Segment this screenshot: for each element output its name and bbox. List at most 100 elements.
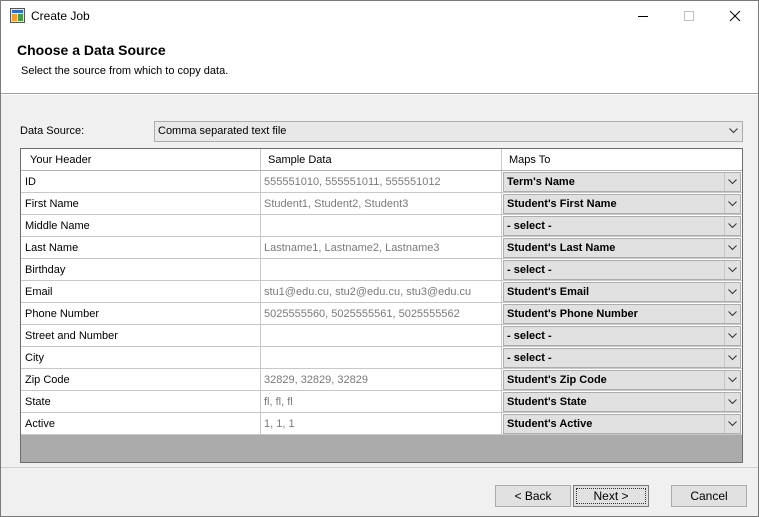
your-header-cell[interactable]: Email	[21, 281, 261, 303]
maps-to-select[interactable]: - select -	[503, 216, 741, 236]
maps-to-cell: - select -	[502, 347, 742, 369]
your-header-cell[interactable]: First Name	[21, 193, 261, 215]
wizard-header: Choose a Data Source Select the source f…	[1, 31, 758, 94]
sample-data-cell[interactable]: stu1@edu.cu, stu2@edu.cu, stu3@edu.cu	[261, 281, 502, 303]
your-header-cell[interactable]: Birthday	[21, 259, 261, 281]
maps-to-value: Term's Name	[507, 176, 575, 188]
dropdown-button[interactable]	[724, 173, 740, 191]
sample-data-cell[interactable]	[261, 325, 502, 347]
maps-to-cell: - select -	[502, 215, 742, 237]
maps-to-select[interactable]: Student's Last Name	[503, 238, 741, 258]
dropdown-button[interactable]	[724, 349, 740, 367]
your-header-cell[interactable]: Zip Code	[21, 369, 261, 391]
dropdown-button[interactable]	[724, 371, 740, 389]
maps-to-select[interactable]: Student's Zip Code	[503, 370, 741, 390]
app-window-icon	[10, 8, 25, 23]
maps-to-value: - select -	[507, 264, 552, 276]
your-header-cell[interactable]: ID	[21, 171, 261, 193]
maps-to-value: Student's Phone Number	[507, 308, 638, 320]
sample-data-cell[interactable]: Student1, Student2, Student3	[261, 193, 502, 215]
dropdown-button[interactable]	[724, 305, 740, 323]
dropdown-button[interactable]	[724, 217, 740, 235]
table-row: City - select -	[21, 347, 742, 369]
wizard-footer: < Back Next > Cancel	[1, 467, 758, 516]
column-header-sample-data[interactable]: Sample Data	[261, 149, 502, 170]
dropdown-button[interactable]	[724, 261, 740, 279]
sample-data-cell[interactable]: 32829, 32829, 32829	[261, 369, 502, 391]
minimize-icon	[638, 16, 648, 17]
maximize-icon	[684, 11, 694, 21]
dropdown-button[interactable]	[724, 393, 740, 411]
chevron-down-icon	[728, 355, 737, 361]
chevron-down-icon	[728, 289, 737, 295]
maps-to-cell: Term's Name	[502, 171, 742, 193]
maps-to-select[interactable]: - select -	[503, 260, 741, 280]
next-button[interactable]: Next >	[573, 485, 649, 507]
maps-to-value: Student's Last Name	[507, 242, 616, 254]
maps-to-select[interactable]: Student's Phone Number	[503, 304, 741, 324]
your-header-cell[interactable]: Street and Number	[21, 325, 261, 347]
sample-data-cell[interactable]: 555551010, 555551011, 555551012	[261, 171, 502, 193]
column-header-maps-to[interactable]: Maps To	[502, 149, 742, 170]
dropdown-button[interactable]	[724, 195, 740, 213]
sample-data-cell[interactable]	[261, 215, 502, 237]
chevron-down-icon	[728, 267, 737, 273]
maps-to-select[interactable]: Student's First Name	[503, 194, 741, 214]
chevron-down-icon	[728, 333, 737, 339]
data-source-select[interactable]: Comma separated text file	[154, 121, 743, 142]
table-row: Last Name Lastname1, Lastname2, Lastname3…	[21, 237, 742, 259]
chevron-down-icon	[728, 223, 737, 229]
maps-to-select[interactable]: Student's Email	[503, 282, 741, 302]
dropdown-button[interactable]	[724, 283, 740, 301]
dropdown-button[interactable]	[724, 239, 740, 257]
maps-to-cell: Student's Last Name	[502, 237, 742, 259]
close-button[interactable]	[712, 1, 758, 31]
maps-to-select[interactable]: Student's Active	[503, 414, 741, 434]
minimize-button[interactable]	[620, 1, 666, 31]
maps-to-cell: Student's Email	[502, 281, 742, 303]
maps-to-select[interactable]: Term's Name	[503, 172, 741, 192]
maps-to-select[interactable]: - select -	[503, 348, 741, 368]
maps-to-cell: Student's Phone Number	[502, 303, 742, 325]
back-button[interactable]: < Back	[495, 485, 571, 507]
sample-data-cell[interactable]	[261, 259, 502, 281]
page-subtitle: Select the source from which to copy dat…	[21, 65, 229, 77]
maps-to-cell: Student's Active	[502, 413, 742, 435]
dropdown-button[interactable]	[724, 415, 740, 433]
sample-data-cell[interactable]: 1, 1, 1	[261, 413, 502, 435]
maps-to-select[interactable]: Student's State	[503, 392, 741, 412]
grid-rows: ID 555551010, 555551011, 555551012 Term's …	[21, 171, 742, 435]
column-header-your-header[interactable]: Your Header	[21, 149, 261, 170]
sample-data-cell[interactable]: 5025555560, 5025555561, 5025555562	[261, 303, 502, 325]
your-header-cell[interactable]: Last Name	[21, 237, 261, 259]
grid-header-row: Your Header Sample Data Maps To	[21, 149, 742, 171]
maps-to-value: - select -	[507, 220, 552, 232]
maps-to-value: Student's First Name	[507, 198, 617, 210]
maps-to-cell: Student's Zip Code	[502, 369, 742, 391]
table-row: First Name Student1, Student2, Student3 St…	[21, 193, 742, 215]
sample-data-cell[interactable]: fl, fl, fl	[261, 391, 502, 413]
sample-data-cell[interactable]	[261, 347, 502, 369]
cancel-button[interactable]: Cancel	[671, 485, 747, 507]
your-header-cell[interactable]: Middle Name	[21, 215, 261, 237]
sample-data-cell[interactable]: Lastname1, Lastname2, Lastname3	[261, 237, 502, 259]
title-bar[interactable]: Create Job	[1, 1, 758, 31]
your-header-cell[interactable]: City	[21, 347, 261, 369]
table-row: Street and Number - select -	[21, 325, 742, 347]
maps-to-cell: - select -	[502, 325, 742, 347]
your-header-cell[interactable]: Active	[21, 413, 261, 435]
your-header-cell[interactable]: Phone Number	[21, 303, 261, 325]
your-header-cell[interactable]: State	[21, 391, 261, 413]
table-row: Active 1, 1, 1 Student's Active	[21, 413, 742, 435]
chevron-down-icon	[728, 201, 737, 207]
chevron-down-icon	[729, 128, 738, 134]
chevron-down-icon	[728, 179, 737, 185]
maps-to-cell: - select -	[502, 259, 742, 281]
maximize-button[interactable]	[666, 1, 712, 31]
table-row: State fl, fl, fl Student's State	[21, 391, 742, 413]
dropdown-button[interactable]	[724, 327, 740, 345]
table-row: Middle Name - select -	[21, 215, 742, 237]
maps-to-select[interactable]: - select -	[503, 326, 741, 346]
chevron-down-icon	[728, 245, 737, 251]
chevron-down-icon	[728, 399, 737, 405]
